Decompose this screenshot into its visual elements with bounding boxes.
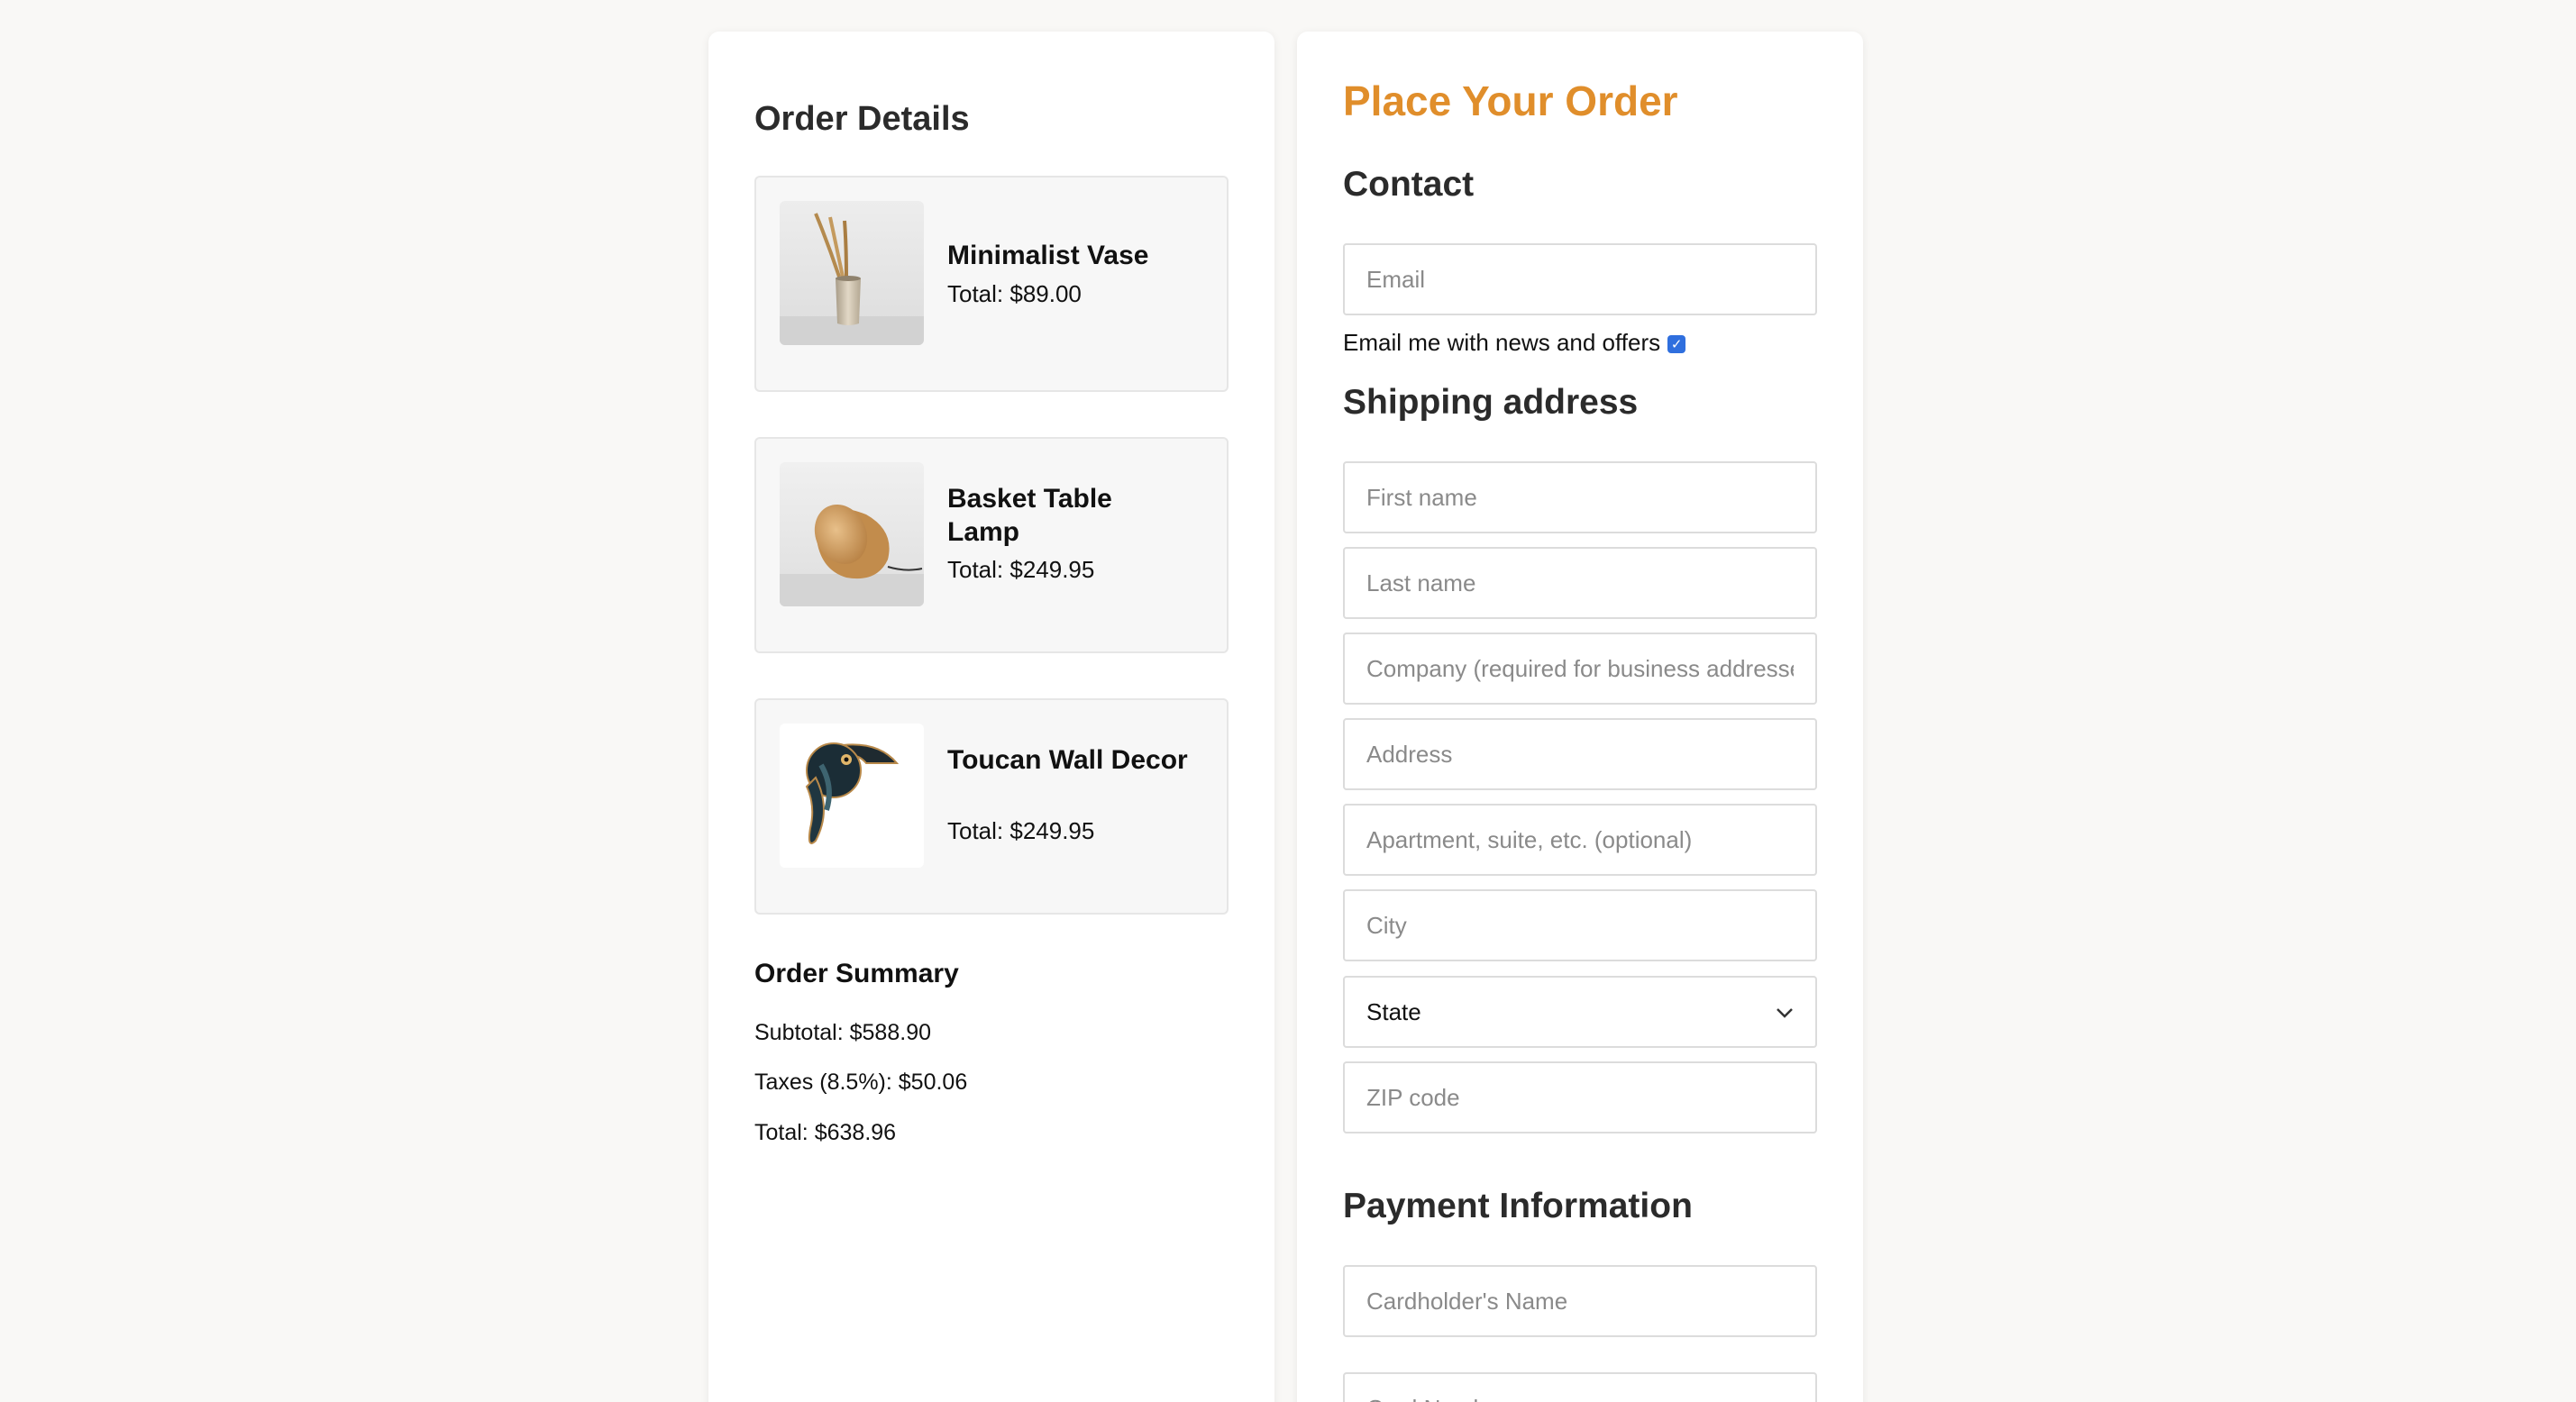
page: Order Details Minimalist Vase Total: $89… <box>0 0 2576 1402</box>
newsletter-checkbox[interactable]: ✓ <box>1667 334 1686 353</box>
taxes: Taxes (8.5%): $50.06 <box>754 1070 968 1095</box>
last-name-field[interactable] <box>1343 547 1817 619</box>
state-select-value: State <box>1366 997 1421 1025</box>
item-name: Basket Table Lamp <box>947 484 1112 547</box>
item-total: Total: $249.95 <box>947 556 1095 583</box>
order-item: Basket Table Lamp Total: $249.95 <box>754 437 1229 653</box>
item-total: Total: $89.00 <box>947 280 1082 307</box>
city-field[interactable] <box>1343 889 1817 961</box>
company-field[interactable] <box>1343 633 1817 705</box>
checkout-panel: Place Your Order Contact Email me with n… <box>1297 32 1863 1402</box>
order-summary-title: Order Summary <box>754 959 959 988</box>
address-field[interactable] <box>1343 718 1817 790</box>
first-name-field[interactable] <box>1343 461 1817 533</box>
order-total: Total: $638.96 <box>754 1120 897 1145</box>
email-field[interactable] <box>1343 243 1817 315</box>
product-image-lamp <box>780 462 924 606</box>
product-image-vase <box>780 201 924 345</box>
item-name: Minimalist Vase <box>947 241 1149 270</box>
order-details-title: Order Details <box>754 100 970 138</box>
zip-field[interactable] <box>1343 1061 1817 1133</box>
contact-heading: Contact <box>1343 165 1475 204</box>
order-item: Minimalist Vase Total: $89.00 <box>754 176 1229 392</box>
shipping-heading: Shipping address <box>1343 383 1639 422</box>
apartment-field[interactable] <box>1343 804 1817 876</box>
payment-heading: Payment Information <box>1343 1187 1693 1225</box>
item-name: Toucan Wall Decor <box>947 745 1188 775</box>
page-title: Place Your Order <box>1343 77 1678 124</box>
newsletter-option[interactable]: Email me with news and offers ✓ <box>1343 329 1686 357</box>
order-details-panel: Order Details Minimalist Vase Total: $89… <box>708 32 1274 1402</box>
chevron-down-icon <box>1776 1000 1794 1024</box>
order-item: Toucan Wall Decor Total: $249.95 <box>754 698 1229 915</box>
newsletter-label: Email me with news and offers <box>1343 329 1661 356</box>
subtotal: Subtotal: $588.90 <box>754 1020 931 1045</box>
product-image-toucan <box>780 724 924 868</box>
cardholder-name-field[interactable] <box>1343 1265 1817 1337</box>
checkmark-icon: ✓ <box>1670 336 1683 352</box>
state-select[interactable]: State <box>1343 976 1817 1048</box>
item-total: Total: $249.95 <box>947 817 1095 844</box>
card-number-field[interactable] <box>1343 1372 1817 1402</box>
